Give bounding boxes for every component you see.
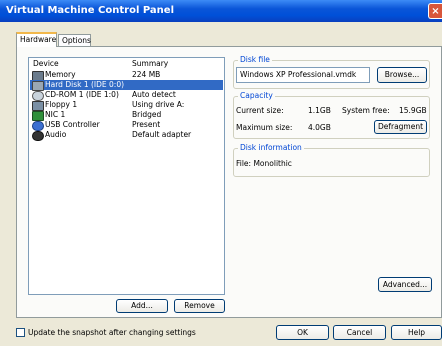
device-row-hard-disk[interactable]: Hard Disk 1 (IDE 0:0) [30, 80, 223, 91]
device-row-floppy[interactable]: Floppy 1 Using drive A: [30, 100, 223, 111]
device-row-usb[interactable]: USB Controller Present [30, 120, 223, 131]
device-name: CD-ROM 1 (IDE 1:0) [45, 90, 119, 99]
device-list-header: Device Summary [29, 58, 224, 69]
tab-options-label: Options [62, 36, 91, 45]
device-summary: 224 MB [132, 70, 161, 79]
disk-file-group-label: Disk file [238, 55, 272, 65]
device-summary: Bridged [132, 110, 162, 119]
maximum-size-label: Maximum size: [236, 123, 293, 132]
tab-options[interactable]: Options [58, 34, 91, 46]
device-name: NIC 1 [45, 110, 66, 119]
system-free-label: System free: [342, 106, 390, 115]
update-snapshot-label: Update the snapshot after changing setti… [28, 328, 196, 337]
device-name: Hard Disk 1 (IDE 0:0) [45, 80, 125, 89]
maximum-size-value: 4.0GB [308, 123, 331, 132]
close-icon: × [431, 6, 440, 17]
title-bar[interactable]: Virtual Machine Control Panel × [0, 0, 442, 22]
column-header-summary[interactable]: Summary [132, 59, 168, 68]
defragment-button[interactable]: Defragment [374, 120, 427, 134]
device-name: Floppy 1 [45, 100, 78, 109]
update-snapshot-checkbox[interactable] [16, 328, 25, 337]
help-button[interactable]: Help [391, 325, 442, 340]
current-size-value: 1.1GB [308, 106, 331, 115]
capacity-group: Capacity Current size: 1.1GB System free… [233, 91, 430, 139]
tab-hardware[interactable]: Hardware [16, 32, 57, 47]
remove-button[interactable]: Remove [174, 299, 225, 313]
column-header-device[interactable]: Device [33, 59, 59, 68]
disk-information-group: Disk information File: Monolithic [233, 143, 430, 177]
device-row-cdrom[interactable]: CD-ROM 1 (IDE 1:0) Auto detect [30, 90, 223, 101]
device-summary: Using drive A: [132, 100, 185, 109]
disk-information-group-label: Disk information [238, 143, 304, 153]
audio-icon [32, 131, 44, 141]
window-title: Virtual Machine Control Panel [6, 5, 174, 16]
disk-file-group: Disk file Windows XP Professional.vmdk B… [233, 55, 430, 89]
device-summary: Present [132, 120, 161, 129]
device-summary: Auto detect [132, 90, 176, 99]
disk-file-type: File: Monolithic [236, 159, 292, 168]
ok-button[interactable]: OK [276, 325, 329, 340]
system-free-value: 15.9GB [399, 106, 427, 115]
device-list[interactable]: Device Summary Memory 224 MB Hard Disk 1… [28, 57, 225, 295]
device-name: USB Controller [45, 120, 100, 129]
add-button[interactable]: Add... [116, 299, 168, 313]
cancel-button[interactable]: Cancel [333, 325, 386, 340]
device-summary: Default adapter [132, 130, 192, 139]
browse-button[interactable]: Browse... [377, 67, 427, 83]
advanced-button[interactable]: Advanced... [378, 277, 432, 292]
device-name: Audio [45, 130, 67, 139]
tab-hardware-label: Hardware [20, 35, 57, 44]
capacity-group-label: Capacity [238, 91, 275, 101]
hardware-tab-panel: Device Summary Memory 224 MB Hard Disk 1… [16, 46, 442, 318]
device-row-memory[interactable]: Memory 224 MB [30, 70, 223, 81]
current-size-label: Current size: [236, 106, 284, 115]
device-row-audio[interactable]: Audio Default adapter [30, 130, 223, 141]
close-button[interactable]: × [428, 3, 442, 19]
disk-file-input[interactable]: Windows XP Professional.vmdk [236, 67, 370, 83]
device-name: Memory [45, 70, 76, 79]
device-row-nic[interactable]: NIC 1 Bridged [30, 110, 223, 121]
